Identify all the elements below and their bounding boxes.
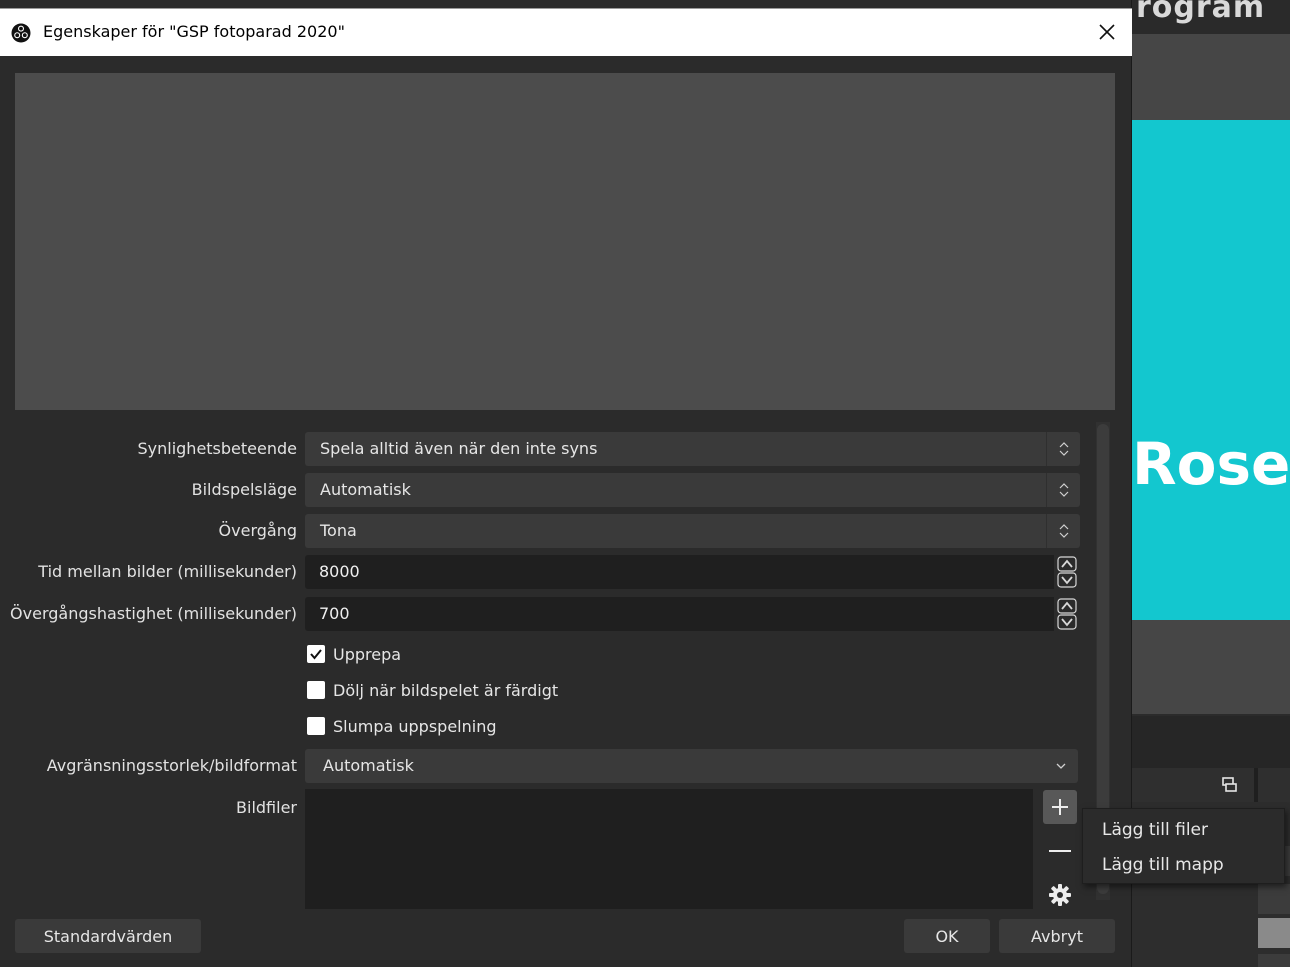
background-dock-divider (1254, 768, 1258, 802)
ok-button[interactable]: OK (904, 919, 990, 953)
menu-item-add-files[interactable]: Lägg till filer (1083, 813, 1284, 847)
add-button[interactable] (1043, 790, 1077, 824)
updown-arrows-icon (1046, 473, 1080, 507)
menu-item-add-folder[interactable]: Lägg till mapp (1083, 848, 1284, 882)
slide-time-input[interactable]: 8000 (305, 555, 1080, 589)
defaults-button[interactable]: Standardvärden (15, 919, 201, 953)
checkmark-icon (310, 649, 322, 660)
background-preview-text: Rose (1132, 430, 1290, 498)
remove-button[interactable] (1043, 834, 1077, 868)
loop-label: Upprepa (333, 644, 402, 664)
checkbox-unchecked[interactable] (307, 717, 325, 735)
slide-mode-value: Automatisk (320, 480, 411, 499)
bounding-size-value: Automatisk (323, 756, 414, 775)
minus-icon (1049, 850, 1071, 852)
randomize-label: Slumpa uppspelning (333, 716, 497, 736)
properties-dialog: Egenskaper för "GSP fotoparad 2020" Synl… (0, 0, 1132, 967)
dialog-titlebar: Egenskaper för "GSP fotoparad 2020" (0, 8, 1132, 56)
cancel-button[interactable]: Avbryt (999, 919, 1115, 953)
transition-speed-stepper[interactable] (1054, 597, 1080, 631)
dialog-title: Egenskaper för "GSP fotoparad 2020" (43, 22, 345, 41)
slide-time-stepper[interactable] (1054, 555, 1080, 589)
updown-arrows-icon (1046, 514, 1080, 548)
randomize-checkbox[interactable]: Slumpa uppspelning (307, 715, 497, 737)
slide-time-value: 8000 (319, 562, 360, 581)
background-button[interactable] (1258, 954, 1290, 967)
close-icon[interactable] (1094, 19, 1120, 45)
image-files-label: Bildfiler (236, 798, 297, 817)
chevron-down-icon (1044, 749, 1078, 783)
checkbox-unchecked[interactable] (307, 681, 325, 699)
properties-button[interactable] (1043, 878, 1077, 912)
stepper-arrows-icon[interactable] (1054, 597, 1080, 631)
visibility-select[interactable]: Spela alltid även när den inte syns (305, 432, 1080, 466)
slide-mode-label: Bildspelsläge (191, 480, 297, 499)
background-strip (1130, 716, 1290, 768)
slide-time-label: Tid mellan bilder (millisekunder) (38, 562, 297, 581)
restore-window-icon[interactable] (1220, 776, 1238, 794)
loop-checkbox[interactable]: Upprepa (307, 643, 401, 665)
transition-speed-value: 700 (319, 604, 350, 623)
bounding-size-select[interactable]: Automatisk (305, 749, 1078, 783)
transition-value: Tona (320, 521, 357, 540)
hide-when-done-checkbox[interactable]: Dölj när bildspelet är färdigt (307, 679, 558, 701)
slide-mode-select[interactable]: Automatisk (305, 473, 1080, 507)
background-dock-bar (1132, 768, 1290, 802)
transition-select[interactable]: Tona (305, 514, 1080, 548)
background-button[interactable] (1258, 918, 1290, 948)
transition-label: Övergång (218, 521, 297, 540)
background-preview-image (1132, 120, 1290, 620)
gear-icon (1049, 884, 1071, 906)
transition-speed-label: Övergångshastighet (millisekunder) (10, 604, 297, 623)
background-button[interactable] (1258, 884, 1290, 914)
stepper-arrows-icon[interactable] (1054, 555, 1080, 589)
obs-logo-icon (11, 23, 31, 43)
bounding-size-label: Avgränsningsstorlek/bildformat (46, 756, 297, 775)
image-files-list[interactable] (305, 789, 1033, 909)
checkbox-checked[interactable] (307, 645, 325, 663)
add-context-menu: Lägg till filer Lägg till mapp (1082, 808, 1285, 884)
background-program-title: rogram (1136, 0, 1266, 25)
visibility-value: Spela alltid även när den inte syns (320, 439, 598, 458)
transition-speed-input[interactable]: 700 (305, 597, 1080, 631)
hide-when-done-label: Dölj när bildspelet är färdigt (333, 680, 559, 700)
visibility-label: Synlighetsbeteende (137, 439, 297, 458)
updown-arrows-icon (1046, 432, 1080, 466)
source-preview (15, 73, 1115, 410)
plus-icon (1052, 799, 1068, 815)
